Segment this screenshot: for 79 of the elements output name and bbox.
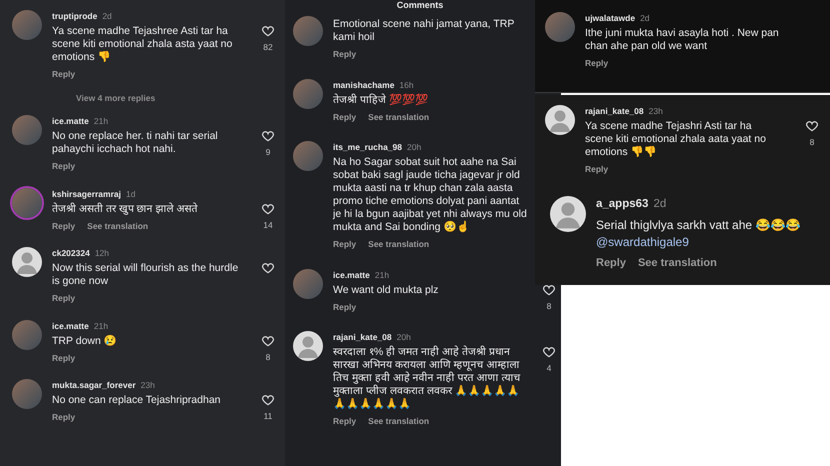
username[interactable]: ck202324 — [52, 247, 90, 260]
username[interactable]: ice.matte — [52, 115, 89, 128]
like-count: 11 — [264, 410, 272, 423]
like-icon[interactable] — [542, 345, 556, 360]
comment-time: 21h — [94, 320, 108, 332]
reply-link[interactable]: Reply — [52, 292, 76, 305]
comment-time: 12h — [94, 247, 110, 260]
like-count: 14 — [263, 218, 273, 232]
reply-link[interactable]: Reply — [333, 415, 356, 428]
see-translation-link[interactable]: See translation — [368, 238, 430, 251]
comment-time: 23h — [140, 379, 155, 392]
comment-text: No one can replace Tejashripradhan — [52, 394, 222, 407]
reply-link[interactable]: Reply — [333, 48, 356, 61]
comment-time: 2d — [640, 12, 650, 25]
comment-text: Emotional scene nahi jamat yana, TRP kami hoil — [333, 18, 516, 44]
comment-text: स्वरदाला १% ही जमत नाही आहे तेजश्री प्रधान सारखा अभिनय करायला आणि म्हणूनच आम्हाला तिच मुक्ता हवी आहे नवीन नाही परत आणा त्याच मुक्ताला प्लीज लवकरात लवकर 🙏🙏🙏🙏🙏🙏🙏🙏🙏🙏🙏 — [333, 346, 522, 411]
comment-text: Now this serial will flourish as the hurdle is gone now — [52, 262, 240, 288]
like-count: 4 — [546, 362, 552, 375]
reply-link[interactable]: Reply — [596, 254, 626, 272]
username[interactable]: truptiprode — [52, 10, 98, 23]
see-translation-link[interactable]: See translation — [638, 254, 717, 272]
reply-link[interactable]: Reply — [585, 56, 608, 70]
comment-time: 21h — [374, 268, 390, 282]
mention-link[interactable]: @swardathigale9 — [596, 234, 689, 251]
comment-time: 20h — [396, 331, 411, 344]
comment-text: Serial thiglvlya sarkh vatt ahe 😂😂😂 — [596, 216, 802, 234]
comment-text: Na ho Sagar sobat suit hot aahe na Sai sobat baki sagl jaude ticha jagevar jr old mukta aasti na tr khup chan zala aasta promo tiche emotions dolyat pani aantat je hi la bgun aajibat yet nhi always mu old mukta and Sai bonding 🥺☝ — [333, 156, 528, 234]
comment-text: We want old mukta plz — [333, 284, 440, 296]
username[interactable]: its_me_rucha_98 — [333, 141, 402, 154]
like-count: 8 — [266, 350, 270, 364]
comment-time: 2d — [653, 196, 666, 212]
username[interactable]: ice.matte — [333, 268, 370, 282]
comment-text: तेजश्री असती तर खुप छान झाले असते — [52, 202, 199, 216]
like-count: 82 — [263, 41, 273, 54]
comment-time: 1d — [126, 188, 136, 200]
like-icon[interactable] — [261, 202, 275, 216]
username[interactable]: rajani_kate_08 — [585, 105, 644, 118]
see-translation-link[interactable]: See translation — [368, 110, 430, 124]
reply-link[interactable]: Reply — [52, 411, 76, 424]
reply-link[interactable]: Reply — [52, 68, 76, 80]
like-icon[interactable] — [805, 119, 819, 133]
see-translation-link[interactable]: See translation — [368, 415, 430, 428]
like-icon[interactable] — [261, 261, 275, 276]
reply-link[interactable]: Reply — [52, 220, 76, 232]
username[interactable]: kshirsagerramraj — [52, 188, 121, 200]
username[interactable]: rajani_kate_08 — [333, 331, 392, 344]
username[interactable]: ujwalatawde — [585, 12, 636, 25]
comment-text: No one replace her. ti nahi tar serial pahaychi icchach hot nahi. — [52, 130, 219, 156]
username[interactable]: manishachame — [333, 78, 394, 92]
comment-time: 23h — [648, 105, 663, 118]
comment-time: 2d — [102, 10, 112, 23]
reply-link[interactable]: Reply — [333, 110, 356, 124]
comment-text: तेजश्री पाहिजे 💯💯💯 — [333, 94, 429, 106]
comment-time: 16h — [399, 78, 414, 92]
comment-time: 20h — [407, 141, 422, 154]
reply-link[interactable]: Reply — [585, 162, 608, 176]
comment-time: 21h — [94, 115, 108, 128]
like-count: 8 — [810, 136, 814, 149]
like-icon[interactable] — [261, 334, 275, 348]
reply-link[interactable]: Reply — [52, 352, 76, 364]
reply-link[interactable]: Reply — [52, 160, 76, 173]
like-icon[interactable] — [542, 282, 556, 297]
like-icon[interactable] — [261, 393, 275, 408]
reply-link[interactable]: Reply — [333, 300, 356, 314]
like-count: 9 — [266, 146, 270, 159]
panel-title: Comments — [396, 0, 444, 10]
comment-text: Ithe juni mukta havi asayla hoti . New pan chan ahe pan old we want — [585, 26, 780, 53]
reply-link[interactable]: Reply — [333, 238, 356, 251]
view-replies-link[interactable]: View 4 more replies — [12, 92, 275, 104]
comment-text: Ya scene madhe Tejashree Asti tar ha scene kiti emotional zhala asta yaat no emotions 👎 — [52, 24, 234, 64]
like-count: 8 — [546, 300, 552, 312]
like-icon[interactable] — [261, 129, 275, 144]
username[interactable]: a_apps63 — [596, 196, 648, 213]
username[interactable]: ice.matte — [52, 320, 89, 332]
like-icon[interactable] — [261, 24, 275, 38]
username[interactable]: mukta.sagar_forever — [52, 379, 136, 392]
comment-text: Ya scene madhe Tejashri Asti tar ha scene kiti emotional zhala aata yaat no emotions 👎👎 — [585, 120, 767, 159]
comment-text: TRP down 😢 — [52, 334, 118, 348]
see-translation-link[interactable]: See translation — [87, 220, 148, 232]
